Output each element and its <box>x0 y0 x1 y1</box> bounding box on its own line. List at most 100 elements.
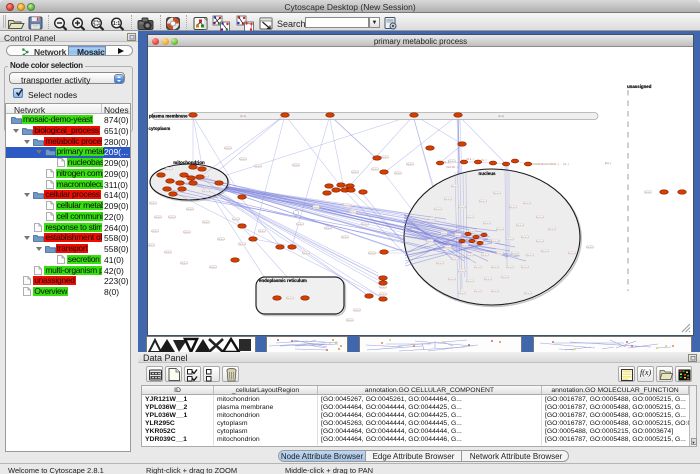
svg-text:Gene-n: Gene-n <box>209 267 217 269</box>
svg-text:Gene-n: Gene-n <box>343 205 351 207</box>
svg-text:Gene-n: Gene-n <box>521 237 529 239</box>
svg-text:Gene-n: Gene-n <box>526 255 534 257</box>
svg-text:Gene-n: Gene-n <box>394 173 402 175</box>
svg-text:[G..]: [G..] <box>564 162 569 166</box>
svg-text:Gene-n: Gene-n <box>346 320 354 322</box>
svg-text:[GO:00...]: [GO:00...] <box>446 165 458 169</box>
svg-text:Gene-n: Gene-n <box>511 253 519 255</box>
svg-text:Gene-n: Gene-n <box>448 279 456 281</box>
svg-text:Gene-n: Gene-n <box>341 237 349 239</box>
svg-text:Gene-n: Gene-n <box>202 191 210 193</box>
svg-text:Gene-n: Gene-n <box>379 294 387 296</box>
svg-text:Gene-n: Gene-n <box>491 241 499 243</box>
svg-text:Gene-n: Gene-n <box>496 229 504 231</box>
svg-text:Gene-n: Gene-n <box>258 231 266 233</box>
svg-text:Gene-n: Gene-n <box>496 253 504 255</box>
svg-text:mitochondrion: mitochondrion <box>173 160 205 165</box>
svg-text:[G:4..]: [G:4..] <box>466 157 473 161</box>
svg-text:Gene-n: Gene-n <box>353 310 361 312</box>
svg-text:[Ge..]: [Ge..] <box>605 161 612 165</box>
svg-text:Gene-n: Gene-n <box>183 232 191 234</box>
svg-text:[G-n]: [G-n] <box>498 114 504 118</box>
svg-text:Gene-n: Gene-n <box>458 271 466 273</box>
svg-text:Gene-n: Gene-n <box>491 291 499 293</box>
svg-text:Gene-n: Gene-n <box>224 148 232 150</box>
svg-text:Gene-n: Gene-n <box>434 209 442 211</box>
svg-text:Gene-n: Gene-n <box>523 203 531 205</box>
svg-text:Gene-n: Gene-n <box>484 279 492 281</box>
svg-text:Gene-n: Gene-n <box>461 245 469 247</box>
svg-text:Gene-n: Gene-n <box>516 225 524 227</box>
svg-text:unassigned: unassigned <box>627 84 652 89</box>
svg-text:Gene-n: Gene-n <box>568 253 576 255</box>
svg-text:Gene-n: Gene-n <box>444 247 452 249</box>
svg-text:Gene-n: Gene-n <box>286 298 294 300</box>
svg-text:Gene-n: Gene-n <box>217 239 225 241</box>
svg-text:Gene-n: Gene-n <box>448 161 456 163</box>
svg-text:Gene-n: Gene-n <box>149 203 157 205</box>
svg-text:Gene-n: Gene-n <box>186 209 194 211</box>
svg-text:Gene-n: Gene-n <box>586 247 594 249</box>
svg-text:Gene-n: Gene-n <box>474 291 482 293</box>
svg-text:Gene-n: Gene-n <box>428 219 436 221</box>
svg-text:Gene-n: Gene-n <box>644 192 652 194</box>
svg-text:Gene-n: Gene-n <box>324 228 332 230</box>
svg-text:Gene-n: Gene-n <box>506 239 514 241</box>
svg-text:endoplasmic reticulum: endoplasmic reticulum <box>259 278 307 283</box>
svg-text:Gene-n: Gene-n <box>168 217 176 219</box>
svg-text:Gene-n: Gene-n <box>479 201 487 203</box>
svg-text:Gene-n: Gene-n <box>312 207 320 209</box>
svg-text:Gene-n: Gene-n <box>436 263 444 265</box>
svg-text:Gene-n: Gene-n <box>458 293 466 295</box>
svg-text:Gene-n: Gene-n <box>292 165 300 167</box>
svg-text:Gene-n: Gene-n <box>238 244 246 246</box>
svg-text:Gene-n: Gene-n <box>506 267 514 269</box>
svg-text:Gene-n: Gene-n <box>239 159 247 161</box>
svg-text:Gene-n: Gene-n <box>524 293 532 295</box>
svg-text:Gene-n: Gene-n <box>151 231 159 233</box>
svg-text:1:1: 1:1 <box>113 21 120 27</box>
svg-text:Gene-n: Gene-n <box>148 245 156 247</box>
svg-text:Gene-n: Gene-n <box>406 164 414 166</box>
svg-text:Gene-n: Gene-n <box>474 267 482 269</box>
svg-text:Gene-n: Gene-n <box>548 229 556 231</box>
svg-text:Gene-n: Gene-n <box>296 224 304 226</box>
svg-text:Gene-n: Gene-n <box>154 217 162 219</box>
svg-text:Gene-n: Gene-n <box>509 207 517 209</box>
svg-text:Gene-n: Gene-n <box>536 241 544 243</box>
svg-text:Gene-n: Gene-n <box>541 251 549 253</box>
svg-text:Gene-n: Gene-n <box>180 263 188 265</box>
svg-text:Gene-n: Gene-n <box>536 217 544 219</box>
svg-text:Gene-n: Gene-n <box>368 253 376 255</box>
svg-text:Gene-n: Gene-n <box>466 217 474 219</box>
svg-text:Gene-n: Gene-n <box>493 193 501 195</box>
svg-text:Gene-n: Gene-n <box>501 277 509 279</box>
svg-text:[G-n]: [G-n] <box>240 114 246 118</box>
svg-text:nucleus: nucleus <box>478 171 496 176</box>
svg-text:Gene-n: Gene-n <box>454 235 462 237</box>
svg-text:Gene-n: Gene-n <box>165 169 173 171</box>
svg-text:Gene-n: Gene-n <box>361 224 369 226</box>
svg-text:Gene-n: Gene-n <box>302 253 310 255</box>
svg-text:Gene-n: Gene-n <box>164 252 172 254</box>
svg-text:Gene-n: Gene-n <box>440 233 448 235</box>
svg-text:cytoplasm: cytoplasm <box>149 126 171 131</box>
svg-text:[GO:0044464,GO:0044...]: [GO:0044464,GO:0044...] <box>529 162 559 166</box>
svg-text:Gene-n: Gene-n <box>254 166 262 168</box>
svg-text:plasma membrane: plasma membrane <box>149 114 188 119</box>
svg-text:Gene-n: Gene-n <box>466 255 474 257</box>
svg-text:Gene-n: Gene-n <box>458 207 466 209</box>
svg-text:Gene-n: Gene-n <box>202 222 210 224</box>
svg-text:Gene-n: Gene-n <box>451 186 459 188</box>
svg-text:Gene-n: Gene-n <box>491 267 499 269</box>
svg-text:Gene-n: Gene-n <box>371 169 379 171</box>
svg-text:Gene-n: Gene-n <box>426 241 434 243</box>
svg-text:[G..]: [G..] <box>444 160 449 164</box>
svg-text:Gene-n: Gene-n <box>349 212 357 214</box>
svg-text:Gene-n: Gene-n <box>466 281 474 283</box>
svg-text:Gene-n: Gene-n <box>444 199 452 201</box>
svg-text:Gene-n: Gene-n <box>232 219 240 221</box>
svg-text:Gene-n: Gene-n <box>451 259 459 261</box>
svg-text:Gene-n: Gene-n <box>521 267 529 269</box>
svg-text:[G..]: [G..] <box>482 158 487 162</box>
